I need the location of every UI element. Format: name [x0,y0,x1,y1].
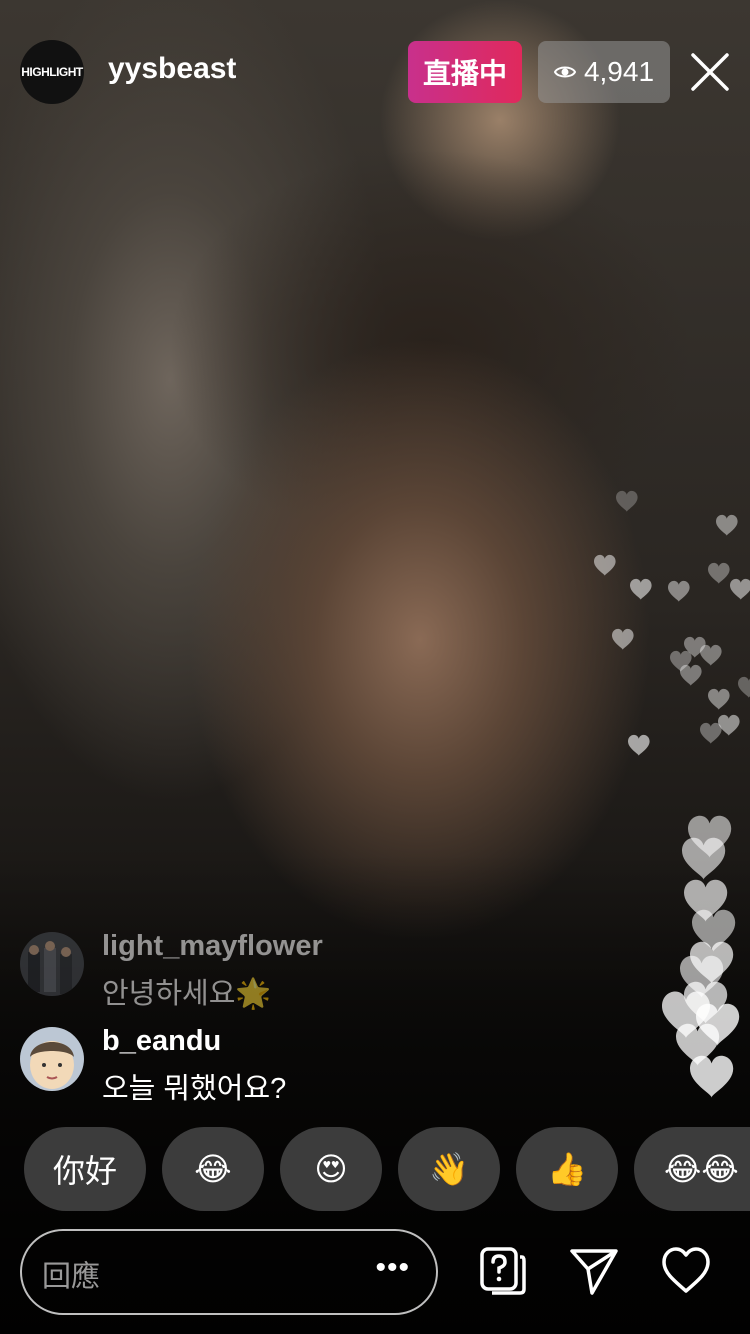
reply-input[interactable]: 回應 ••• [20,1229,438,1315]
close-icon[interactable] [688,50,732,94]
live-badge: 直播中 [408,41,522,103]
quick-reaction-chip[interactable]: 👍 [516,1127,618,1211]
comment-text: 안녕하세요🌟 [102,978,272,1010]
quick-reaction-chip[interactable]: 👋 [398,1127,500,1211]
paper-plane-icon[interactable] [568,1245,620,1297]
quick-reaction-chip[interactable]: 😂 [162,1127,264,1211]
question-box-icon[interactable] [476,1245,528,1297]
live-header: HIGHLIGHT yysbeast 直播中 4,941 [0,0,750,140]
host-avatar-logo-text: HIGHLIGHT [21,65,83,79]
quick-reaction-chip[interactable]: 😂😂 [634,1127,750,1211]
quick-reaction-chip[interactable]: 你好 [24,1127,146,1211]
eye-icon [553,66,576,78]
heart-icon[interactable] [660,1245,712,1297]
viewer-count-button[interactable]: 4,941 [538,41,670,103]
comment-text: 오늘 뭐했어요? [102,1073,287,1105]
commenter-avatar[interactable] [20,932,84,996]
host-username[interactable]: yysbeast [108,52,236,86]
comment-username[interactable]: light_mayflower [102,930,323,963]
commenter-avatar[interactable] [20,1027,84,1091]
quick-reactions-bar: 你好 😂 😍 👋 👍 😂😂 [0,1127,750,1213]
host-avatar[interactable]: HIGHLIGHT [20,40,84,104]
comment-item: light_mayflower 안녕하세요🌟 [20,930,640,1010]
more-options-button[interactable]: ••• [375,1251,410,1285]
viewer-count: 4,941 [583,56,655,87]
comment-item: b_eandu 오늘 뭐했어요? [20,1025,640,1105]
quick-reaction-chip[interactable]: 😍 [280,1127,382,1211]
comment-username[interactable]: b_eandu [102,1025,221,1058]
reply-placeholder: 回應 [42,1261,101,1293]
